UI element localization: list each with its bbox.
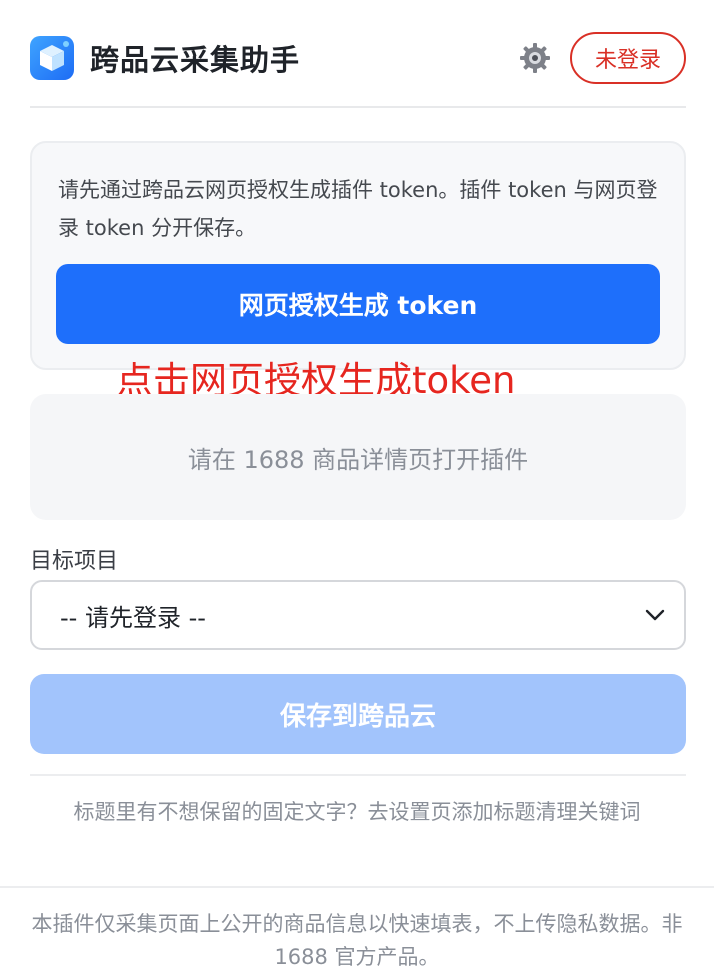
chevron-down-icon bbox=[645, 609, 665, 621]
token-description: 请先通过跨品云网页授权生成插件 token。插件 token 与网页登录 tok… bbox=[58, 178, 658, 240]
save-button[interactable]: 保存到跨品云 bbox=[30, 674, 686, 754]
settings-hint-link[interactable]: 标题里有不想保留的固定文字？去设置页添加标题清理关键词 bbox=[0, 796, 714, 826]
target-project-value: -- 请先登录 -- bbox=[60, 603, 206, 632]
login-status-button[interactable]: 未登录 bbox=[570, 32, 686, 84]
section-divider bbox=[30, 774, 686, 776]
footer-disclaimer: 本插件仅采集页面上公开的商品信息以快速填表，不上传隐私数据。非 1688 官方产… bbox=[31, 912, 683, 969]
header: 跨品云采集助手 未登录 bbox=[30, 30, 686, 86]
cube-logo-icon bbox=[30, 36, 74, 80]
footer-divider bbox=[0, 886, 714, 888]
notice-text: 请在 1688 商品详情页打开插件 bbox=[187, 445, 529, 474]
popup-page: 跨品云采集助手 未登录 请先通过跨品云网页授权生成插件 token。插件 tok… bbox=[0, 0, 714, 972]
header-divider bbox=[30, 106, 686, 108]
notice-card: 请在 1688 商品详情页打开插件 bbox=[30, 394, 686, 520]
app-title: 跨品云采集助手 bbox=[90, 43, 301, 77]
web-auth-token-button[interactable]: 网页授权生成 token bbox=[56, 264, 660, 344]
token-card: 请先通过跨品云网页授权生成插件 token。插件 token 与网页登录 tok… bbox=[30, 141, 686, 370]
target-project-select[interactable]: -- 请先登录 -- bbox=[30, 580, 686, 650]
target-project-label: 目标项目 bbox=[30, 549, 119, 574]
gear-icon[interactable] bbox=[518, 41, 552, 75]
